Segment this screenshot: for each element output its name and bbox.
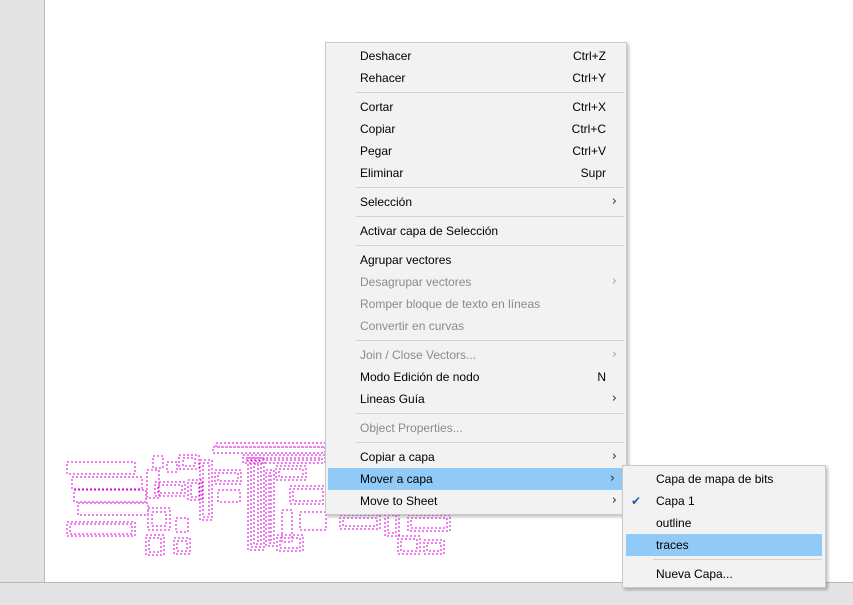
- menu-item-activate-selection-layer-label: Activar capa de Selección: [360, 224, 499, 238]
- chevron-right-icon: ›: [611, 194, 617, 209]
- menu-item-paste-shortcut: Ctrl+V: [572, 144, 606, 158]
- submenu-item-label: traces: [656, 538, 689, 552]
- chevron-right-icon: ›: [609, 471, 615, 486]
- menu-item-convert-to-curves-label: Convertir en curvas: [360, 319, 465, 333]
- menu-item-delete[interactable]: Eliminar Supr: [326, 162, 626, 184]
- menu-item-delete-label: Eliminar: [360, 166, 404, 180]
- chevron-right-icon: ›: [611, 347, 617, 362]
- menu-item-redo-label: Rehacer: [360, 71, 406, 85]
- menu-item-node-edit-mode-label: Modo Edición de nodo: [360, 370, 480, 384]
- menu-item-cut-label: Cortar: [360, 100, 394, 114]
- context-menu: Deshacer Ctrl+Z Rehacer Ctrl+Y Cortar Ct…: [325, 42, 627, 515]
- checkmark-icon: ✔: [631, 494, 642, 508]
- menu-separator: [356, 340, 624, 341]
- chevron-right-icon: ›: [611, 449, 617, 464]
- menu-item-move-to-layer-label: Mover a capa: [360, 472, 433, 486]
- menu-separator: [356, 413, 624, 414]
- menu-separator: [356, 442, 624, 443]
- menu-separator: [356, 216, 624, 217]
- menu-item-selection-label: Selección: [360, 195, 413, 209]
- submenu-item-label: Capa de mapa de bits: [656, 472, 774, 486]
- menu-item-node-edit-mode-shortcut: N: [597, 370, 606, 384]
- menu-separator: [356, 92, 624, 93]
- menu-item-delete-shortcut: Supr: [580, 166, 606, 180]
- submenu-item-layer-1[interactable]: ✔ Capa 1: [623, 490, 825, 512]
- menu-item-break-text-block-label: Romper bloque de texto en líneas: [360, 297, 541, 311]
- menu-item-undo-shortcut: Ctrl+Z: [573, 49, 606, 63]
- menu-item-group-vectors[interactable]: Agrupar vectores: [326, 249, 626, 271]
- menu-item-paste-label: Pegar: [360, 144, 393, 158]
- menu-item-move-to-sheet[interactable]: Move to Sheet ›: [326, 490, 626, 512]
- menu-item-ungroup-vectors-label: Desagrupar vectores: [360, 275, 472, 289]
- menu-item-copy-to-layer-label: Copiar a capa: [360, 450, 435, 464]
- chevron-right-icon: ›: [611, 274, 617, 289]
- menu-item-cut[interactable]: Cortar Ctrl+X: [326, 96, 626, 118]
- menu-item-cut-shortcut: Ctrl+X: [572, 100, 606, 114]
- menu-item-undo[interactable]: Deshacer Ctrl+Z: [326, 45, 626, 67]
- submenu-item-label: Capa 1: [656, 494, 695, 508]
- submenu-item-traces[interactable]: traces: [626, 534, 822, 556]
- chevron-right-icon: ›: [611, 493, 617, 508]
- menu-separator: [653, 559, 822, 560]
- menu-item-undo-label: Deshacer: [360, 49, 412, 63]
- submenu-item-bitmap-layer[interactable]: Capa de mapa de bits: [623, 468, 825, 490]
- menu-item-selection[interactable]: Selección ›: [326, 191, 626, 213]
- menu-item-copy-to-layer[interactable]: Copiar a capa ›: [326, 446, 626, 468]
- menu-item-copy-shortcut: Ctrl+C: [571, 122, 606, 136]
- menu-item-redo-shortcut: Ctrl+Y: [572, 71, 606, 85]
- menu-separator: [356, 187, 624, 188]
- menu-item-break-text-block: Romper bloque de texto en líneas: [326, 293, 626, 315]
- menu-item-move-to-layer[interactable]: Mover a capa ›: [328, 468, 624, 490]
- menu-item-copy-label: Copiar: [360, 122, 396, 136]
- menu-item-activate-selection-layer[interactable]: Activar capa de Selección: [326, 220, 626, 242]
- submenu-item-label: outline: [656, 516, 692, 530]
- menu-item-object-properties-label: Object Properties...: [360, 421, 463, 435]
- submenu-item-outline[interactable]: outline: [623, 512, 825, 534]
- submenu-item-new-layer[interactable]: Nueva Capa...: [623, 563, 825, 585]
- menu-item-join-close-vectors-label: Join / Close Vectors...: [360, 348, 477, 362]
- menu-item-join-close-vectors: Join / Close Vectors... ›: [326, 344, 626, 366]
- menu-item-ungroup-vectors: Desagrupar vectores ›: [326, 271, 626, 293]
- move-to-layer-submenu: Capa de mapa de bits ✔ Capa 1 outline tr…: [622, 465, 826, 588]
- menu-item-guide-lines[interactable]: Lineas Guía ›: [326, 388, 626, 410]
- menu-item-paste[interactable]: Pegar Ctrl+V: [326, 140, 626, 162]
- menu-item-copy[interactable]: Copiar Ctrl+C: [326, 118, 626, 140]
- menu-item-node-edit-mode[interactable]: Modo Edición de nodo N: [326, 366, 626, 388]
- menu-item-redo[interactable]: Rehacer Ctrl+Y: [326, 67, 626, 89]
- menu-item-move-to-sheet-label: Move to Sheet: [360, 494, 438, 508]
- menu-separator: [356, 245, 624, 246]
- submenu-item-label: Nueva Capa...: [656, 567, 733, 581]
- chevron-right-icon: ›: [611, 391, 617, 406]
- menu-item-object-properties: Object Properties...: [326, 417, 626, 439]
- menu-item-convert-to-curves: Convertir en curvas: [326, 315, 626, 337]
- menu-item-guide-lines-label: Lineas Guía: [360, 392, 425, 406]
- menu-item-group-vectors-label: Agrupar vectores: [360, 253, 452, 267]
